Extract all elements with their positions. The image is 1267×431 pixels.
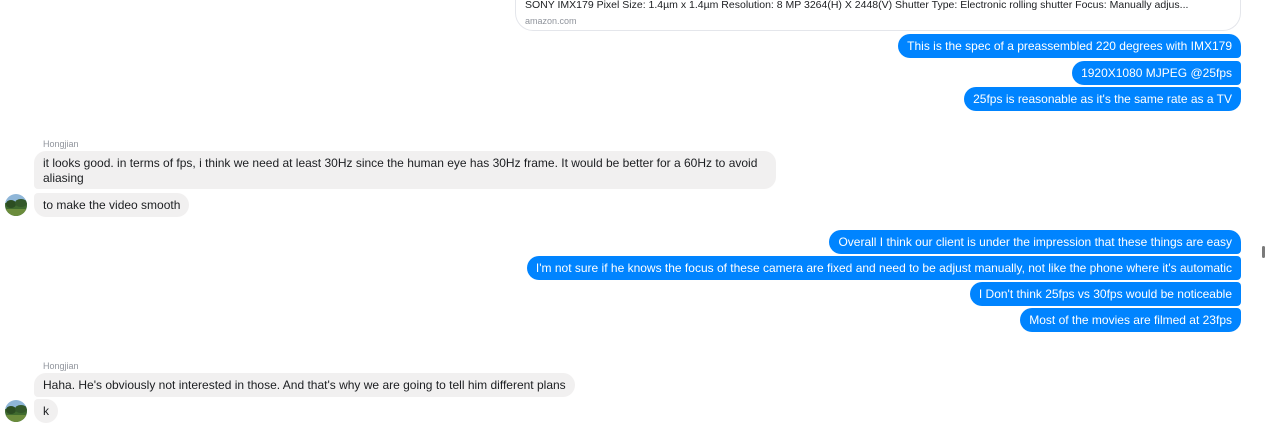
outgoing-message[interactable]: I'm not sure if he knows the focus of th… (526, 256, 1241, 280)
incoming-message[interactable]: it looks good. in terms of fps, i think … (34, 151, 776, 189)
contact-avatar[interactable] (5, 400, 27, 422)
incoming-message[interactable]: to make the video smooth (34, 193, 190, 217)
outgoing-message[interactable]: 25fps is reasonable as it's the same rat… (964, 87, 1241, 111)
outgoing-message[interactable]: This is the spec of a preassembled 220 d… (898, 34, 1241, 58)
avatar-landscape-icon (5, 194, 27, 216)
incoming-message[interactable]: Haha. He's obviously not interested in t… (34, 373, 575, 397)
scrollbar-thumb[interactable] (1262, 246, 1265, 258)
outgoing-message[interactable]: Overall I think our client is under the … (829, 230, 1241, 254)
sender-name: Hongjian (43, 361, 79, 371)
contact-avatar[interactable] (5, 194, 27, 216)
incoming-message[interactable]: k (34, 399, 58, 423)
avatar-landscape-icon (5, 400, 27, 422)
sender-name: Hongjian (43, 139, 79, 149)
outgoing-message[interactable]: I Don't think 25fps vs 30fps would be no… (969, 282, 1241, 306)
link-preview-card[interactable]: SONY IMX179 Pixel Size: 1.4µm x 1.4µm Re… (515, 0, 1241, 31)
link-preview-domain: amazon.com (525, 16, 577, 26)
outgoing-message[interactable]: Most of the movies are filmed at 23fps (1020, 308, 1241, 332)
outgoing-message[interactable]: 1920X1080 MJPEG @25fps (1072, 61, 1241, 85)
link-preview-description: SONY IMX179 Pixel Size: 1.4µm x 1.4µm Re… (525, 0, 1189, 11)
